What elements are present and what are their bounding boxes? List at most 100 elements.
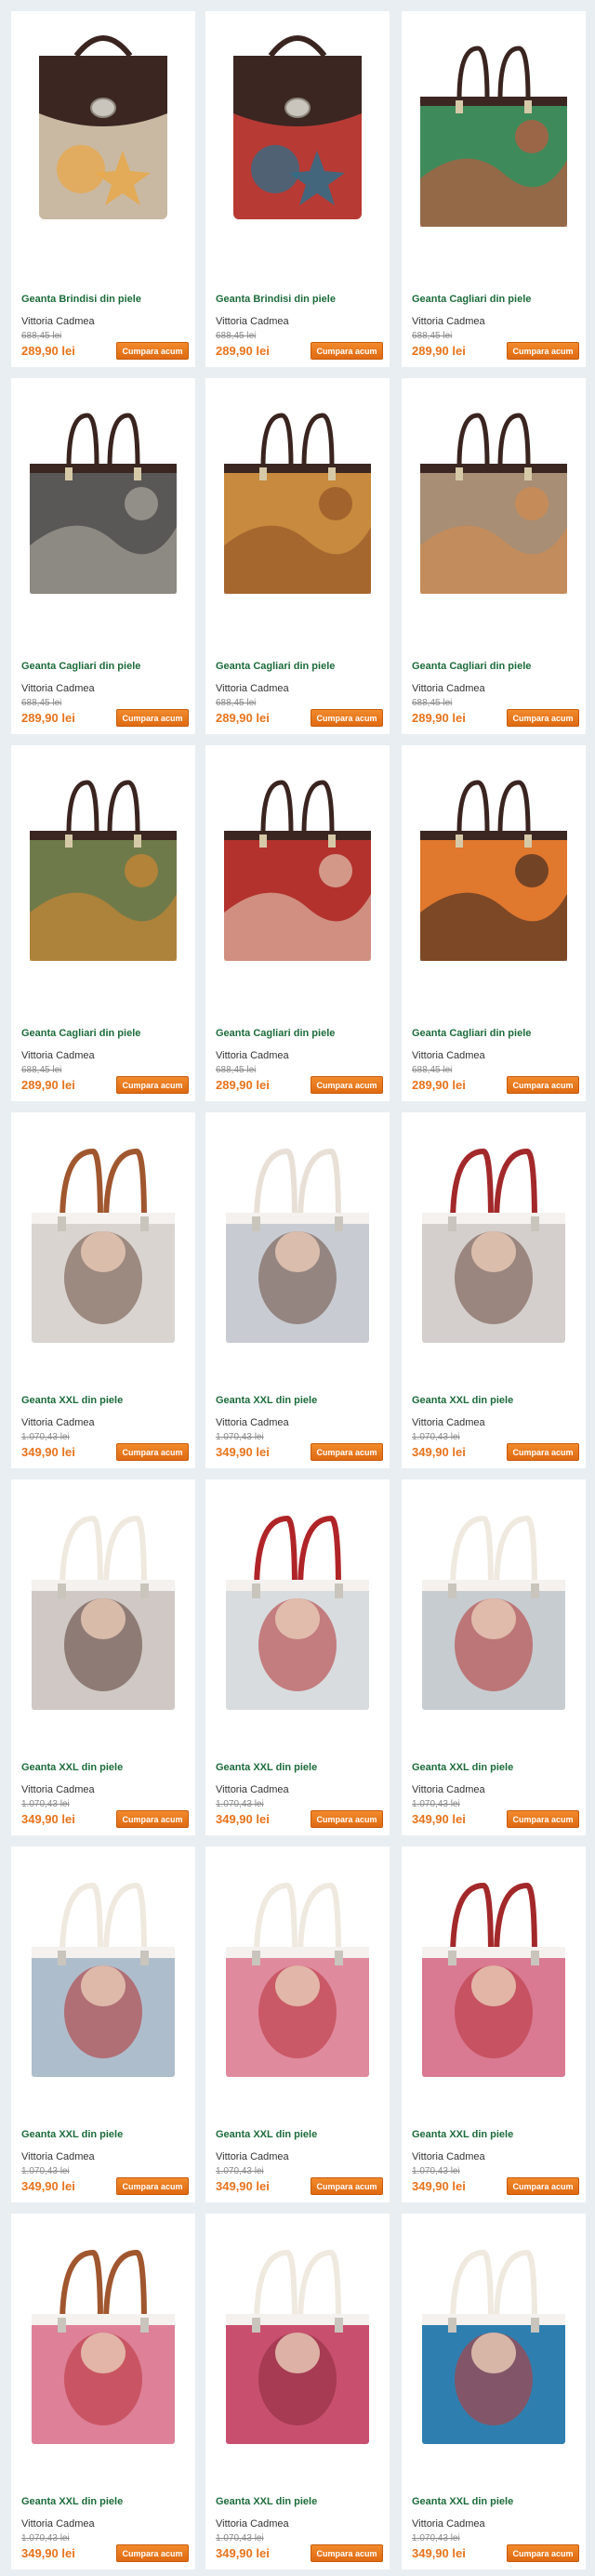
old-price: 688,45 lei — [412, 698, 453, 708]
buy-now-button[interactable]: Cumpara acum — [507, 1076, 579, 1094]
product-card[interactable]: Geanta Cagliari din piele Vittoria Cadmea… — [402, 11, 586, 367]
current-price: 289,90 lei — [412, 711, 466, 725]
product-title[interactable]: Geanta Cagliari din piele — [216, 661, 335, 672]
product-card[interactable]: Geanta Brindisi din piele Vittoria Cadmea… — [205, 11, 390, 367]
product-title[interactable]: Geanta XXL din piele — [21, 2129, 123, 2140]
buy-now-button[interactable]: Cumpara acum — [116, 1443, 189, 1461]
product-title[interactable]: Geanta XXL din piele — [21, 1395, 123, 1406]
product-image[interactable] — [205, 1479, 390, 1721]
product-image[interactable] — [11, 745, 195, 987]
product-brand: Vittoria Cadmea — [21, 2151, 95, 2162]
product-title[interactable]: Geanta Cagliari din piele — [216, 1028, 335, 1039]
product-title[interactable]: Geanta XXL din piele — [216, 1395, 317, 1406]
product-title[interactable]: Geanta Cagliari din piele — [21, 661, 140, 672]
buy-now-button[interactable]: Cumpara acum — [116, 1076, 189, 1094]
product-card[interactable]: Geanta XXL din piele Vittoria Cadmea 1.070… — [402, 2214, 586, 2569]
product-title[interactable]: Geanta XXL din piele — [412, 1762, 513, 1773]
product-card[interactable]: Geanta XXL din piele Vittoria Cadmea 1.070… — [11, 1847, 195, 2202]
product-card[interactable]: Geanta Cagliari din piele Vittoria Cadmea… — [205, 378, 390, 734]
product-card[interactable]: Geanta Cagliari din piele Vittoria Cadmea… — [402, 745, 586, 1101]
buy-now-button[interactable]: Cumpara acum — [116, 1810, 189, 1828]
buy-now-button[interactable]: Cumpara acum — [116, 342, 189, 360]
buy-now-button[interactable]: Cumpara acum — [311, 342, 383, 360]
old-price: 688,45 lei — [216, 698, 257, 708]
product-card[interactable]: Geanta Brindisi din piele Vittoria Cadmea… — [11, 11, 195, 367]
product-image[interactable] — [402, 378, 586, 620]
current-price: 289,90 lei — [21, 344, 75, 358]
product-title[interactable]: Geanta Cagliari din piele — [412, 294, 531, 305]
current-price: 289,90 lei — [216, 1078, 270, 1092]
buy-now-button[interactable]: Cumpara acum — [311, 709, 383, 727]
product-card[interactable]: Geanta Cagliari din piele Vittoria Cadmea… — [11, 378, 195, 734]
product-image[interactable] — [402, 1112, 586, 1354]
buy-now-button[interactable]: Cumpara acum — [311, 1076, 383, 1094]
product-title[interactable]: Geanta Brindisi din piele — [21, 294, 141, 305]
product-card[interactable]: Geanta XXL din piele Vittoria Cadmea 1.070… — [205, 2214, 390, 2569]
old-price: 1.070,43 lei — [412, 1432, 460, 1442]
buy-now-button[interactable]: Cumpara acum — [311, 2544, 383, 2562]
product-title[interactable]: Geanta Cagliari din piele — [21, 1028, 140, 1039]
current-price: 349,90 lei — [21, 2546, 75, 2560]
product-image[interactable] — [11, 2214, 195, 2455]
old-price: 1.070,43 lei — [21, 1799, 70, 1809]
buy-now-button[interactable]: Cumpara acum — [116, 709, 189, 727]
buy-now-button[interactable]: Cumpara acum — [311, 2177, 383, 2195]
product-image[interactable] — [402, 1479, 586, 1721]
product-title[interactable]: Geanta Cagliari din piele — [412, 1028, 531, 1039]
product-card[interactable]: Geanta XXL din piele Vittoria Cadmea 1.070… — [205, 1847, 390, 2202]
product-image[interactable] — [402, 11, 586, 253]
product-title[interactable]: Geanta XXL din piele — [412, 2129, 513, 2140]
product-card[interactable]: Geanta Cagliari din piele Vittoria Cadmea… — [402, 378, 586, 734]
product-card[interactable]: Geanta XXL din piele Vittoria Cadmea 1.070… — [402, 1479, 586, 1835]
buy-now-button[interactable]: Cumpara acum — [311, 1810, 383, 1828]
product-card[interactable]: Geanta XXL din piele Vittoria Cadmea 1.070… — [11, 1479, 195, 1835]
product-image[interactable] — [205, 745, 390, 987]
product-card[interactable]: Geanta Cagliari din piele Vittoria Cadmea… — [11, 745, 195, 1101]
buy-now-button[interactable]: Cumpara acum — [507, 2177, 579, 2195]
product-image[interactable] — [11, 1479, 195, 1721]
product-image[interactable] — [402, 2214, 586, 2455]
buy-now-button[interactable]: Cumpara acum — [507, 1443, 579, 1461]
buy-now-button[interactable]: Cumpara acum — [507, 342, 579, 360]
product-image[interactable] — [11, 11, 195, 253]
product-image[interactable] — [205, 11, 390, 253]
current-price: 349,90 lei — [21, 1812, 75, 1826]
buy-now-button[interactable]: Cumpara acum — [507, 709, 579, 727]
product-image[interactable] — [11, 1112, 195, 1354]
product-title[interactable]: Geanta Brindisi din piele — [216, 294, 336, 305]
product-image[interactable] — [11, 378, 195, 620]
product-title[interactable]: Geanta XXL din piele — [21, 1762, 123, 1773]
buy-now-button[interactable]: Cumpara acum — [116, 2544, 189, 2562]
product-image[interactable] — [402, 1847, 586, 2088]
old-price: 1.070,43 lei — [216, 2166, 264, 2176]
product-card[interactable]: Geanta Cagliari din piele Vittoria Cadmea… — [205, 745, 390, 1101]
product-title[interactable]: Geanta XXL din piele — [216, 2129, 317, 2140]
product-card[interactable]: Geanta XXL din piele Vittoria Cadmea 1.070… — [402, 1847, 586, 2202]
product-brand: Vittoria Cadmea — [21, 1050, 95, 1061]
product-card[interactable]: Geanta XXL din piele Vittoria Cadmea 1.070… — [11, 1112, 195, 1468]
product-card[interactable]: Geanta XXL din piele Vittoria Cadmea 1.070… — [205, 1112, 390, 1468]
product-title[interactable]: Geanta XXL din piele — [412, 2496, 513, 2507]
product-image[interactable] — [205, 378, 390, 620]
current-price: 289,90 lei — [412, 1078, 466, 1092]
product-grid: Geanta Brindisi din piele Vittoria Cadmea… — [0, 0, 595, 2576]
product-brand: Vittoria Cadmea — [216, 2151, 289, 2162]
buy-now-button[interactable]: Cumpara acum — [507, 2544, 579, 2562]
product-title[interactable]: Geanta XXL din piele — [21, 2496, 123, 2507]
product-card[interactable]: Geanta XXL din piele Vittoria Cadmea 1.070… — [402, 1112, 586, 1468]
product-title[interactable]: Geanta XXL din piele — [216, 1762, 317, 1773]
product-image[interactable] — [402, 745, 586, 987]
product-brand: Vittoria Cadmea — [216, 1050, 289, 1061]
product-image[interactable] — [205, 1847, 390, 2088]
product-title[interactable]: Geanta XXL din piele — [216, 2496, 317, 2507]
product-image[interactable] — [205, 1112, 390, 1354]
product-image[interactable] — [11, 1847, 195, 2088]
product-title[interactable]: Geanta Cagliari din piele — [412, 661, 531, 672]
buy-now-button[interactable]: Cumpara acum — [507, 1810, 579, 1828]
product-card[interactable]: Geanta XXL din piele Vittoria Cadmea 1.070… — [205, 1479, 390, 1835]
product-image[interactable] — [205, 2214, 390, 2455]
buy-now-button[interactable]: Cumpara acum — [116, 2177, 189, 2195]
product-card[interactable]: Geanta XXL din piele Vittoria Cadmea 1.070… — [11, 2214, 195, 2569]
product-title[interactable]: Geanta XXL din piele — [412, 1395, 513, 1406]
buy-now-button[interactable]: Cumpara acum — [311, 1443, 383, 1461]
